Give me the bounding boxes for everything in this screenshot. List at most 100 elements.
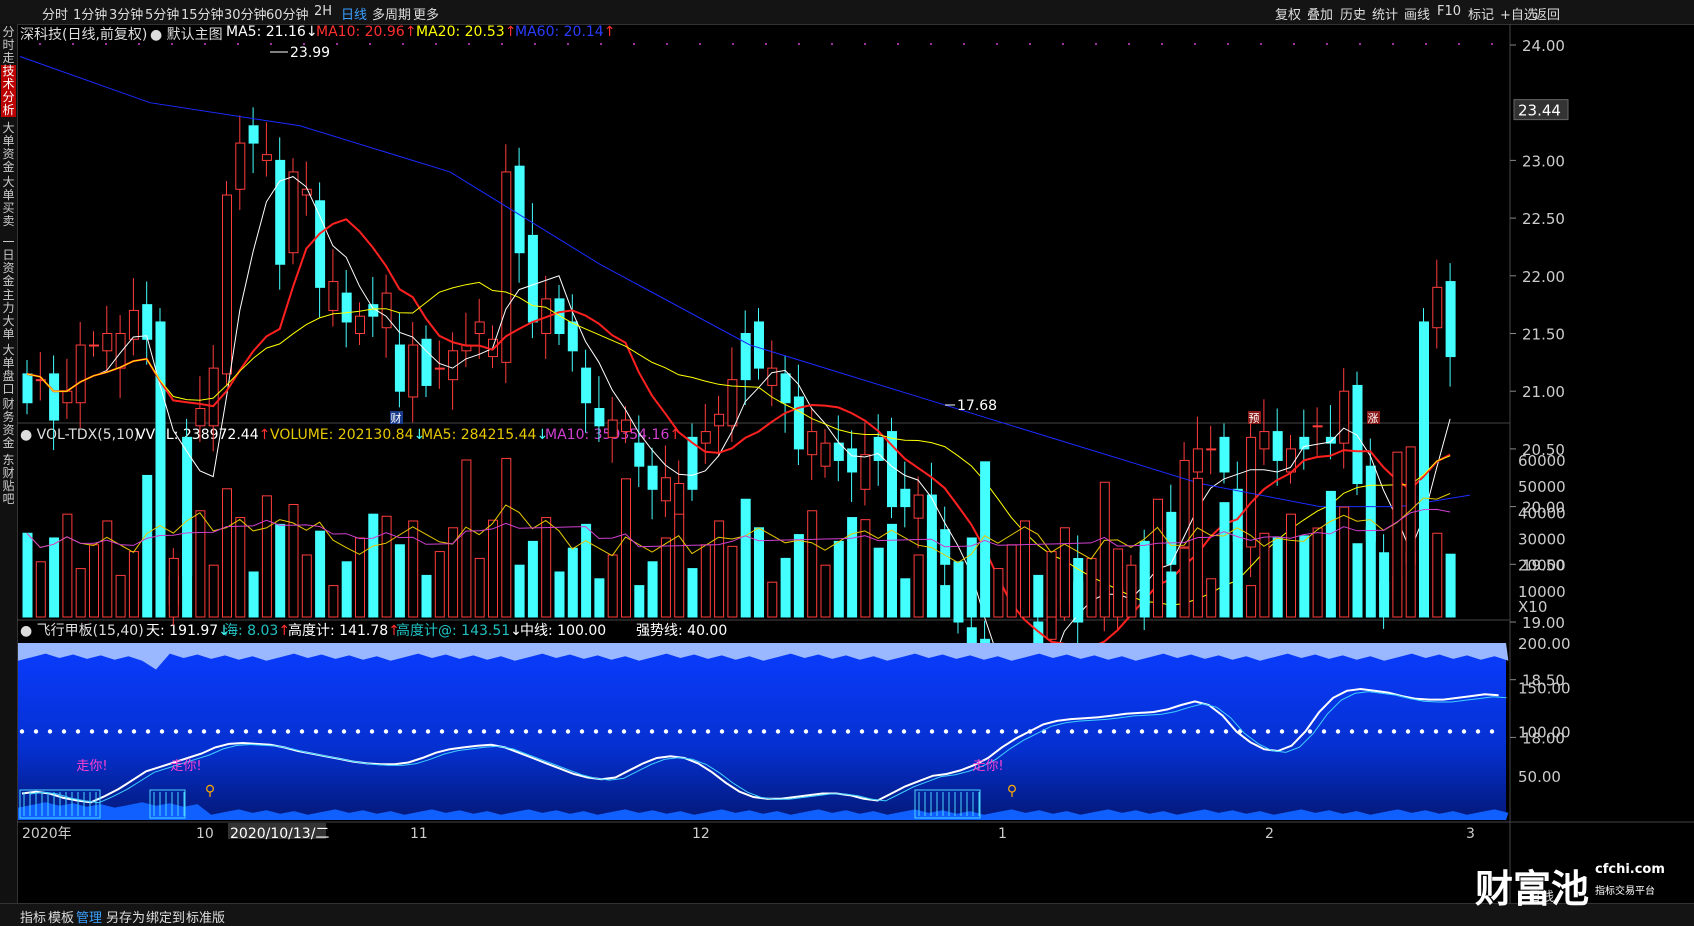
top-toolbar: 分时 1分钟 3分钟 5分钟 15分钟 30分钟 60分钟 2H 日线 多周期 更多 复权 叠加 历史 统计…	[0, 0, 1694, 25]
toolbar-0[interactable]: 分时	[42, 4, 68, 23]
side-tab-3[interactable]: 大单买卖	[1, 176, 16, 228]
dot	[666, 43, 668, 45]
bottom-tab-4[interactable]: 绑定到	[146, 907, 185, 926]
candle-body	[1445, 281, 1456, 358]
center-line-dot	[159, 729, 165, 734]
candle-body	[1179, 459, 1190, 548]
toolbar-3[interactable]: 5分钟	[145, 4, 179, 23]
volume-bar	[660, 537, 671, 618]
side-tab-8[interactable]: 东财贴吧	[1, 454, 16, 506]
event-marker: 预	[1249, 412, 1260, 425]
candle-body	[1033, 621, 1044, 658]
volume-bar	[368, 513, 379, 618]
dot	[831, 43, 833, 45]
candle-body	[1286, 448, 1296, 473]
volume-bar	[567, 547, 578, 618]
price-tick: 21.50	[1522, 326, 1565, 344]
volume-bar	[1286, 513, 1296, 618]
center-line-dot	[719, 729, 725, 734]
candle-body	[75, 344, 86, 404]
indicator-title[interactable]: ● 飞行甲板(15,40)	[20, 620, 144, 640]
volume-bar	[1219, 502, 1230, 618]
bottom-tab-5[interactable]: 标准版	[186, 907, 225, 926]
candle-body	[767, 367, 778, 386]
candle-body	[714, 413, 725, 427]
candle-body	[195, 408, 206, 427]
toolbar-6[interactable]: 60分钟	[266, 4, 309, 23]
center-line-dot	[285, 729, 291, 734]
bottom-tab-2[interactable]: 管理	[76, 907, 102, 926]
volume-bar	[1232, 530, 1243, 618]
volume-bar	[581, 523, 592, 618]
volume-bar	[833, 540, 844, 618]
chart-area[interactable]: 24.00 23.00 22.50 22.00 21.50 21.00 20.50 20.00…	[0, 0, 1694, 925]
bottom-tab-0[interactable]: 指标	[20, 907, 46, 926]
dot	[1095, 43, 1097, 45]
cursor-date-box	[228, 823, 326, 839]
price-tick: 19.50	[1522, 556, 1565, 574]
toolbar-4[interactable]: 15分钟	[181, 4, 224, 23]
altimeter2-line	[29, 691, 1507, 804]
dot	[567, 43, 569, 45]
toolbar-right-0[interactable]: 复权	[1275, 4, 1301, 23]
toolbar-right-3[interactable]: 统计	[1372, 4, 1398, 23]
toolbar-right-2[interactable]: 历史	[1340, 4, 1366, 23]
x-label: 2	[1265, 826, 1274, 842]
template-selector[interactable]: ● 默认主图	[150, 24, 223, 44]
plane-icon: ⚲	[205, 783, 215, 799]
toolbar-7[interactable]: 2H	[314, 4, 332, 19]
center-line-dot	[467, 729, 473, 734]
volume-bar	[793, 534, 804, 618]
volume-bar	[1379, 581, 1390, 618]
dot	[765, 43, 767, 45]
side-tab-5[interactable]: 主力大单	[1, 289, 16, 341]
volume-bar	[315, 530, 326, 618]
candle-body	[394, 344, 405, 392]
toolbar-10[interactable]: 更多	[413, 4, 439, 23]
toolbar-5[interactable]: 30分钟	[224, 4, 267, 23]
side-tab-6[interactable]: 大单盘口	[1, 344, 16, 396]
candle-body	[1192, 448, 1203, 473]
center-line-dot	[1083, 729, 1089, 734]
candle-body	[1086, 598, 1097, 606]
side-tab-4[interactable]: 一日资金	[1, 236, 16, 288]
toolbar-right-6[interactable]: 标记	[1468, 4, 1494, 23]
toolbar-1[interactable]: 1分钟	[73, 4, 107, 23]
center-line-dot	[663, 729, 669, 734]
volume-bar	[873, 547, 884, 618]
hai-label: 海: 8.03↑	[224, 623, 291, 639]
vol-title[interactable]: ● VOL-TDX(5,10)	[20, 427, 139, 443]
toolbar-right-4[interactable]: 画线	[1404, 4, 1430, 23]
toolbar-right-7[interactable]: +自选	[1500, 4, 1537, 23]
toolbar-8[interactable]: 日线	[341, 4, 367, 23]
candle-body	[1392, 575, 1403, 600]
candle-body	[315, 200, 326, 288]
toolbar-right-1[interactable]: 叠加	[1307, 4, 1333, 23]
dot	[963, 43, 965, 45]
side-tab-1[interactable]: 技术分析	[1, 65, 16, 117]
toolbar-right-5[interactable]: F10	[1437, 4, 1461, 19]
bottom-tab-1[interactable]: 模板	[48, 907, 74, 926]
volume-bar	[780, 557, 791, 618]
toolbar-right-8[interactable]: 返回	[1534, 4, 1560, 23]
flight-deck	[149, 789, 186, 819]
price-tick: 18.50	[1522, 672, 1565, 690]
dot	[1227, 43, 1229, 45]
event-marker: 财	[391, 411, 402, 425]
candle-body	[847, 448, 858, 473]
side-tab-2[interactable]: 大单资金	[1, 122, 16, 174]
event-marker-bg	[390, 411, 403, 424]
candle-body	[700, 431, 711, 444]
side-tab-7[interactable]: 财务资金	[1, 398, 16, 450]
center-line-dot	[117, 729, 123, 734]
candle-body	[434, 367, 445, 370]
bottom-tab-3[interactable]: 另存为	[106, 907, 145, 926]
toolbar-2[interactable]: 3分钟	[109, 4, 143, 23]
volume-bar	[860, 519, 871, 618]
toolbar-9[interactable]: 多周期	[372, 4, 411, 23]
candle-body	[1073, 558, 1084, 623]
dot	[1128, 43, 1130, 45]
center-line-dot	[481, 729, 487, 734]
volume-bar	[1059, 527, 1070, 618]
volume-bars	[22, 446, 1456, 618]
